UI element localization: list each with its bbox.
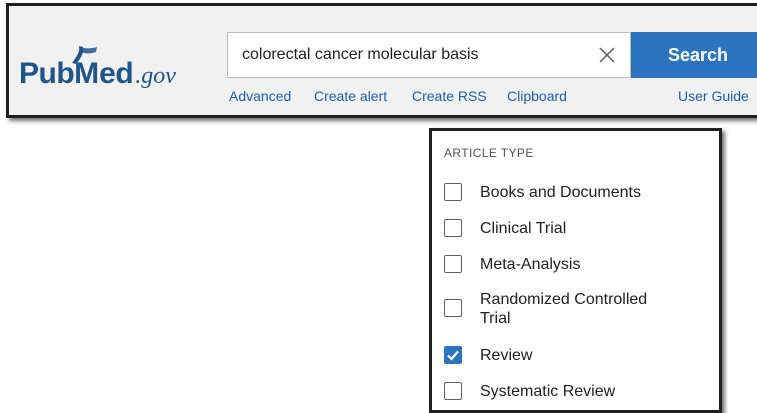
checkbox[interactable] <box>444 346 462 364</box>
checkbox[interactable] <box>444 183 462 201</box>
book-icon <box>72 46 98 64</box>
option-meta-analysis[interactable]: Meta-Analysis <box>444 255 680 274</box>
logo-text-pub: Pub <box>19 57 75 90</box>
checkbox[interactable] <box>444 299 462 317</box>
logo-text-gov: .gov <box>135 62 176 89</box>
option-label: Clinical Trial <box>480 220 567 237</box>
checkmark-icon <box>447 350 459 361</box>
logo-text-ed: ed <box>99 57 134 90</box>
checkbox[interactable] <box>444 255 462 273</box>
search-box <box>227 32 631 78</box>
article-type-heading: ARTICLE TYPE <box>444 146 534 160</box>
create-rss-link[interactable]: Create RSS <box>412 88 487 104</box>
option-books-and-documents[interactable]: Books and Documents <box>444 183 680 202</box>
article-type-dropdown: ARTICLE TYPE Books and Documents Clinica… <box>429 128 722 413</box>
search-input[interactable] <box>228 33 578 77</box>
option-review[interactable]: Review <box>444 346 680 365</box>
option-randomized-controlled-trial[interactable]: Randomized Controlled Trial <box>444 290 670 328</box>
option-label: Systematic Review <box>480 383 616 400</box>
checkbox[interactable] <box>444 219 462 237</box>
option-label: Review <box>480 347 533 364</box>
clear-search-button[interactable] <box>594 42 620 68</box>
checkbox[interactable] <box>444 382 462 400</box>
search-button[interactable]: Search <box>631 32 757 78</box>
pubmed-logo[interactable]: Pub Med .gov <box>19 39 176 89</box>
advanced-search-link[interactable]: Advanced <box>229 88 291 104</box>
logo-letter-m: M <box>72 46 99 89</box>
search-header: PubMed.gov Search Advanced Create alert … <box>6 3 757 118</box>
option-systematic-review[interactable]: Systematic Review <box>444 382 680 401</box>
option-label: Books and Documents <box>480 184 641 201</box>
close-icon <box>599 47 615 63</box>
create-alert-link[interactable]: Create alert <box>314 88 387 104</box>
option-label: Randomized Controlled Trial <box>480 291 648 327</box>
option-label: Meta-Analysis <box>480 256 581 273</box>
user-guide-link[interactable]: User Guide <box>678 88 749 104</box>
clipboard-link[interactable]: Clipboard <box>507 88 567 104</box>
option-clinical-trial[interactable]: Clinical Trial <box>444 219 680 238</box>
